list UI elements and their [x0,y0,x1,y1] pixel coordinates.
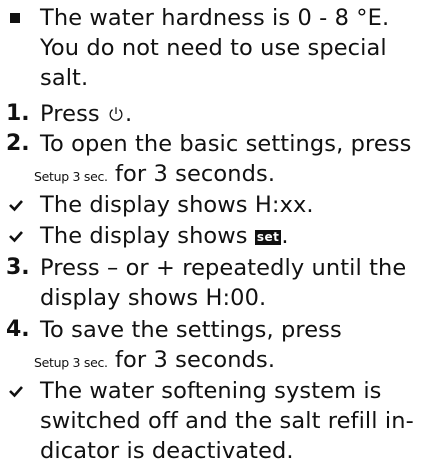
result-3-line-1: The water softening system is [40,378,382,404]
result-2-text: The display shows [40,223,248,249]
step-3-line-1: Press – or + repeatedly until the [40,255,407,281]
result-3-line-2: switched off and the salt refill in- [40,408,414,434]
step-number: 3. [6,255,30,280]
checkmark-icon [9,231,23,243]
power-icon [109,107,123,121]
step-number: 4. [6,317,30,342]
result-softening-off: The water softening system is [6,376,441,406]
step-number: 2. [6,131,30,156]
step-2: 2. To open the basic settings, press [6,129,441,159]
result-display-set: The display shows set. [6,221,441,251]
step-number: 1. [6,101,30,126]
step-2-line-2: for 3 seconds. [115,161,276,187]
step-1-text: Press [40,101,100,127]
hardness-line-1: The water hardness is 0 - 8 °E. [40,5,390,31]
step-4-line-1: To save the settings, press [40,317,342,343]
step-1-tail: . [124,101,133,127]
step-3-line-2: display shows H:00. [40,285,267,311]
setup-button-label: Setup 3 sec. [34,355,108,370]
step-4: 4. To save the settings, press [6,315,441,345]
instruction-document: The water hardness is 0 - 8 °E. You do n… [0,0,445,464]
checkmark-icon [9,386,23,398]
square-bullet-icon [10,13,20,23]
hardness-line-2: You do not need to use special [40,35,387,61]
result-2-tail: . [281,223,289,249]
result-3-line-3: dicator is deactivated. [40,438,294,464]
lcd-set-indicator: set [254,230,282,245]
result-1-text: The display shows H:xx. [40,192,314,218]
hardness-line-3: salt. [40,65,89,91]
bullet-item-hardness: The water hardness is 0 - 8 °E. [6,3,441,33]
step-4-line-2: for 3 seconds. [115,347,276,373]
checkmark-icon [9,200,23,212]
step-1: 1. Press . [6,99,441,129]
step-2-line-1: To open the basic settings, press [40,131,412,157]
setup-button-label: Setup 3 sec. [34,169,108,184]
step-3: 3. Press – or + repeatedly until the [6,253,441,283]
result-display-hxx: The display shows H:xx. [6,190,441,220]
